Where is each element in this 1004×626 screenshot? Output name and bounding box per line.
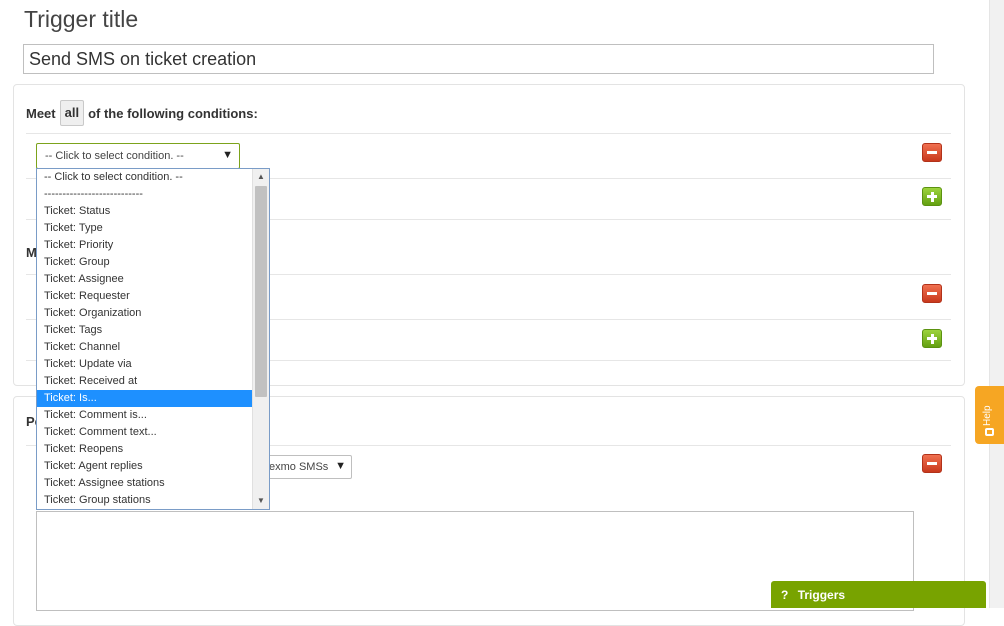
dropdown-option[interactable]: Ticket: Comment text... (37, 424, 253, 441)
divider (26, 133, 951, 134)
dropdown-option[interactable]: Ticket: Group (37, 254, 253, 271)
chevron-down-icon: ▼ (335, 460, 346, 472)
trigger-title-label: Trigger title (24, 6, 139, 32)
dropdown-option[interactable]: -- Click to select condition. -- (37, 169, 253, 186)
page-scrollbar[interactable] (989, 0, 1004, 608)
dropdown-option[interactable]: --------------------------- (37, 186, 253, 203)
dropdown-option[interactable]: Ticket: Received at (37, 373, 253, 390)
dropdown-option[interactable]: Ticket: Update via (37, 356, 253, 373)
scroll-down-arrow-icon[interactable]: ▼ (253, 493, 269, 509)
chevron-down-icon: ▼ (222, 149, 233, 161)
dropdown-option[interactable]: Ticket: Type (37, 220, 253, 237)
add-condition-button[interactable] (922, 187, 942, 206)
chat-icon (985, 428, 994, 436)
dropdown-option[interactable]: Ticket: Channel (37, 339, 253, 356)
dropdown-option[interactable]: Ticket: Requester (37, 288, 253, 305)
dropdown-option[interactable]: Ticket: Organization (37, 305, 253, 322)
meet-conditions-line: Meet all of the following conditions: (26, 100, 258, 126)
dropdown-option[interactable]: Ticket: Tags (37, 322, 253, 339)
trigger-title-input[interactable] (23, 44, 934, 74)
question-icon: ? (781, 588, 789, 602)
dropdown-option[interactable]: Ticket: Status (37, 203, 253, 220)
dropdown-option[interactable]: Ticket: Assignee (37, 271, 253, 288)
action-select-value: exmo SMSs (269, 461, 329, 473)
dropdown-option[interactable]: Ticket: Is... (37, 390, 253, 407)
dropdown-option[interactable]: Ticket: Group stations (37, 492, 253, 509)
meet-all-select[interactable]: all (59, 100, 85, 126)
dropdown-scrollbar[interactable]: ▲ ▼ (252, 169, 269, 509)
triggers-bar[interactable]: ? Triggers (771, 581, 986, 608)
help-label: Help (982, 405, 993, 426)
triggers-label: Triggers (797, 588, 846, 602)
dropdown-option[interactable]: Ticket: Comment is... (37, 407, 253, 424)
scroll-up-arrow-icon[interactable]: ▲ (253, 169, 269, 185)
add-any-condition-button[interactable] (922, 329, 942, 348)
dropdown-option[interactable]: Ticket: Agent replies (37, 458, 253, 475)
dropdown-option[interactable]: Ticket: Priority (37, 237, 253, 254)
meet-prefix: Meet (26, 105, 56, 121)
meet-suffix: of the following conditions: (88, 105, 258, 121)
help-tab[interactable]: Help (975, 386, 1004, 444)
dropdown-option[interactable]: Ticket: Assignee stations (37, 475, 253, 492)
remove-any-condition-button[interactable] (922, 284, 942, 303)
remove-action-button[interactable] (922, 454, 942, 473)
remove-condition-button[interactable] (922, 143, 942, 162)
action-select[interactable]: exmo SMSs ▼ (262, 455, 352, 479)
condition-select[interactable]: -- Click to select condition. -- ▼ (36, 143, 240, 169)
condition-dropdown-list[interactable]: -- Click to select condition. -- --------… (36, 168, 270, 510)
condition-select-value: -- Click to select condition. -- (45, 150, 184, 162)
scroll-thumb[interactable] (255, 186, 267, 397)
dropdown-option[interactable]: Ticket: Reopens (37, 441, 253, 458)
